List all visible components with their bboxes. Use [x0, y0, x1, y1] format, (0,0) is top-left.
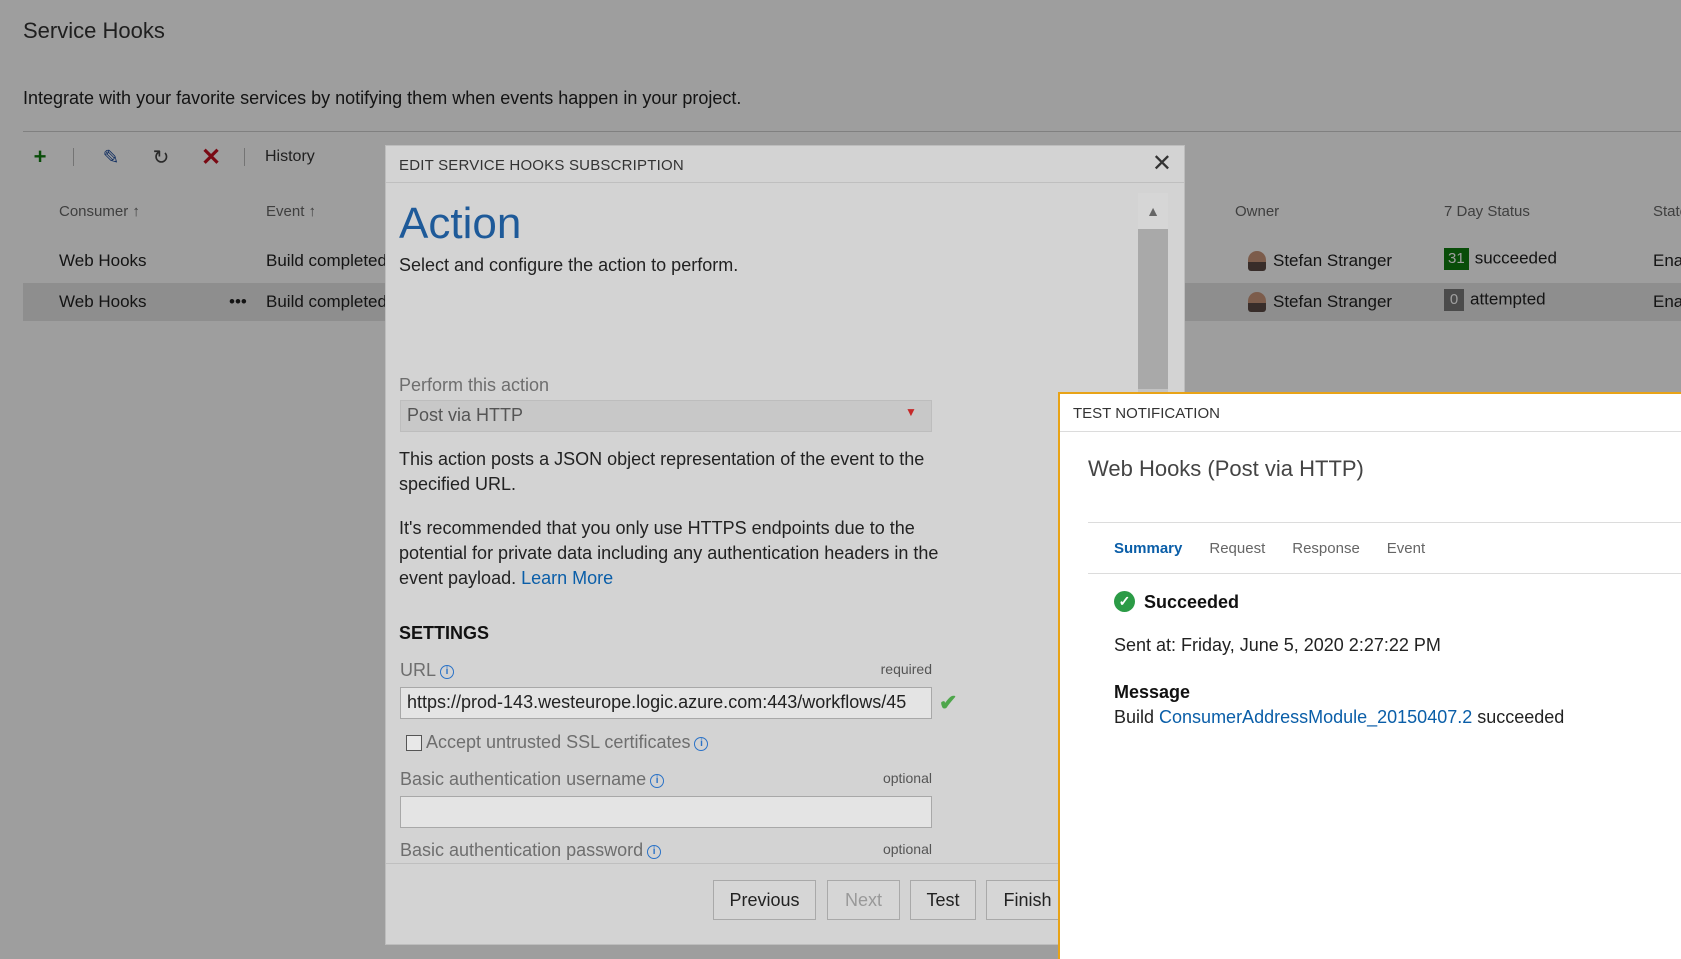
- panel-title: TEST NOTIFICATION: [1073, 405, 1220, 422]
- info-icon[interactable]: i: [694, 737, 709, 751]
- dialog-title: EDIT SERVICE HOOKS SUBSCRIPTION: [399, 157, 684, 174]
- checkmark-icon: ✔: [939, 690, 958, 715]
- success-icon: ✓: [1114, 591, 1135, 612]
- optional-hint: optional: [882, 770, 932, 786]
- url-input[interactable]: https://prod-143.westeurope.logic.azure.…: [400, 687, 932, 719]
- username-input[interactable]: [400, 796, 932, 828]
- perform-action-select[interactable]: Post via HTTP ▼: [400, 400, 932, 432]
- previous-button[interactable]: Previous: [713, 880, 816, 920]
- status-text: Succeeded: [1144, 592, 1240, 612]
- scroll-thumb[interactable]: [1138, 229, 1168, 389]
- required-hint: required: [880, 661, 932, 677]
- info-icon[interactable]: i: [440, 665, 455, 679]
- tab-request[interactable]: Request: [1209, 540, 1265, 557]
- test-button[interactable]: Test: [910, 880, 976, 920]
- https-note: It's recommended that you only use HTTPS…: [399, 518, 939, 588]
- section-heading: Action: [399, 199, 522, 248]
- password-label: Basic authentication password i: [400, 840, 662, 861]
- ssl-checkbox[interactable]: [406, 735, 422, 751]
- perform-action-label: Perform this action: [399, 375, 550, 395]
- action-description: This action posts a JSON object represen…: [399, 449, 925, 494]
- tab-event[interactable]: Event: [1387, 540, 1425, 557]
- build-link[interactable]: ConsumerAddressModule_20150407.2: [1159, 707, 1472, 727]
- extension-icon: ▼: [905, 405, 917, 419]
- scroll-up-icon[interactable]: ▲: [1138, 193, 1168, 229]
- test-notification-panel: TEST NOTIFICATION Web Hooks (Post via HT…: [1058, 392, 1681, 959]
- dialog-header: EDIT SERVICE HOOKS SUBSCRIPTION ✕: [386, 146, 1184, 183]
- close-icon[interactable]: ✕: [1152, 152, 1172, 176]
- panel-header: TEST NOTIFICATION: [1060, 394, 1681, 432]
- message-text: Build ConsumerAddressModule_20150407.2 s…: [1114, 707, 1565, 727]
- section-subheading: Select and configure the action to perfo…: [399, 255, 739, 275]
- username-label: Basic authentication username i: [400, 769, 665, 790]
- finish-button[interactable]: Finish: [986, 880, 1069, 920]
- settings-heading: SETTINGS: [399, 623, 490, 643]
- message-heading: Message: [1114, 682, 1191, 702]
- learn-more-link[interactable]: Learn More: [521, 568, 613, 588]
- optional-hint: optional: [882, 841, 932, 857]
- divider: [1088, 522, 1681, 523]
- info-icon[interactable]: i: [650, 774, 665, 788]
- tab-summary[interactable]: Summary: [1114, 540, 1182, 557]
- sent-at: Sent at: Friday, June 5, 2020 2:27:22 PM: [1114, 635, 1441, 655]
- tab-response[interactable]: Response: [1292, 540, 1360, 557]
- next-button[interactable]: Next: [827, 880, 900, 920]
- ssl-label: Accept untrusted SSL certificates i: [426, 732, 709, 753]
- info-icon[interactable]: i: [647, 845, 662, 859]
- panel-subtitle: Web Hooks (Post via HTTP): [1088, 456, 1364, 481]
- tab-bar: Summary Request Response Event: [1114, 540, 1452, 557]
- url-label: URL i: [400, 660, 455, 681]
- divider: [1088, 573, 1681, 574]
